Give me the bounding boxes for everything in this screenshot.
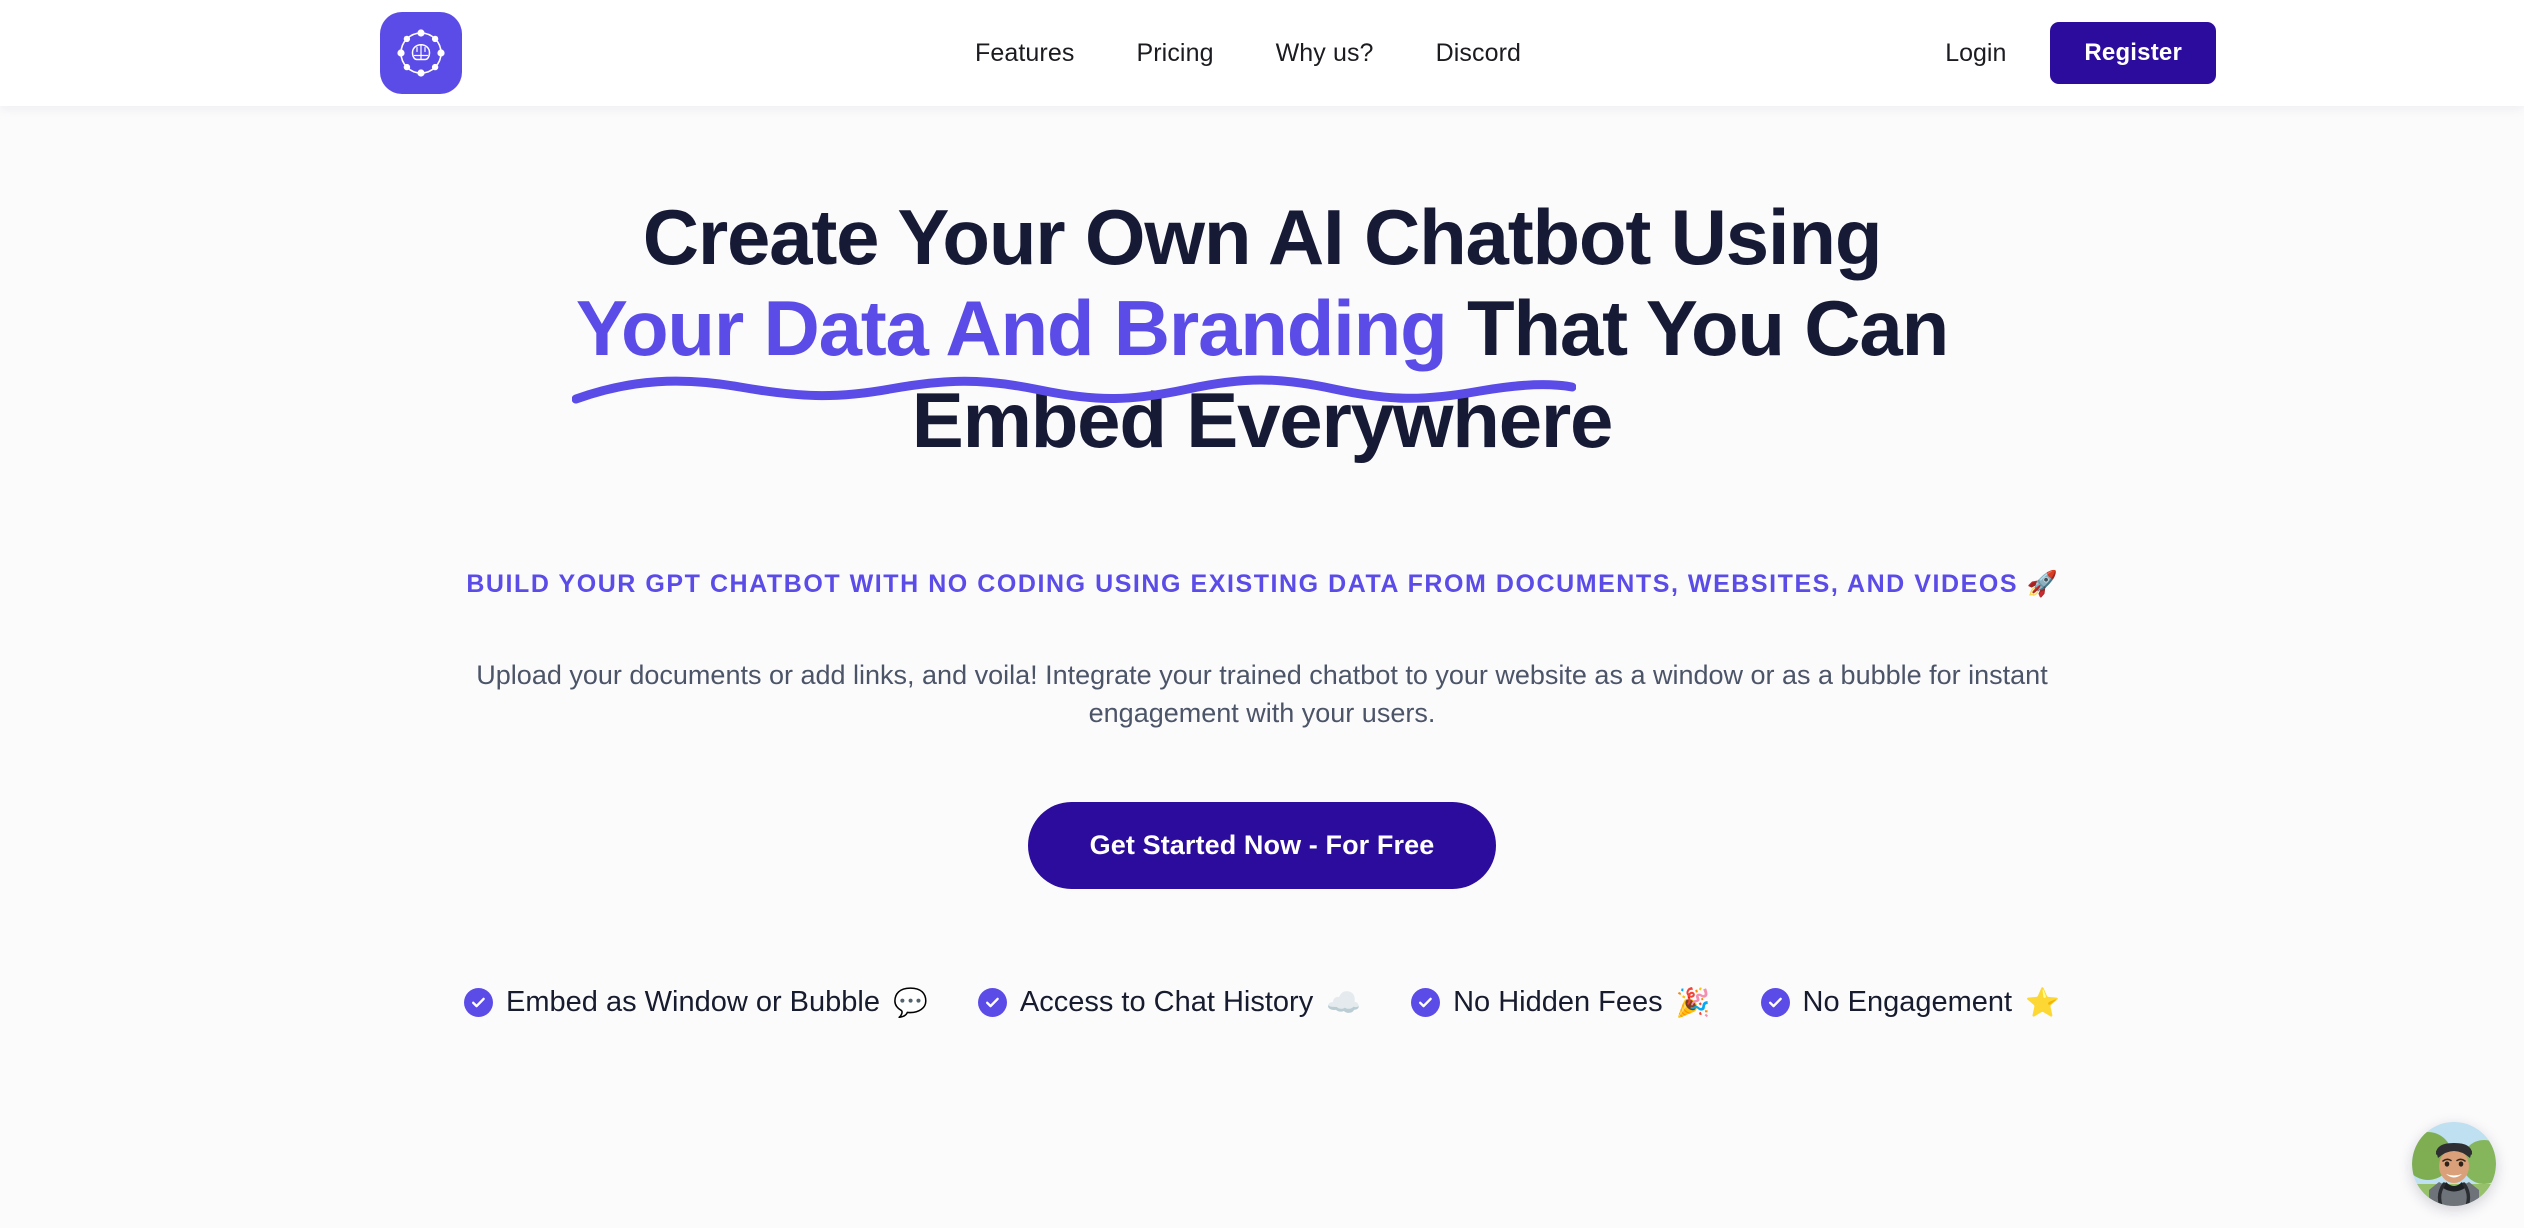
get-started-button[interactable]: Get Started Now - For Free bbox=[1027, 802, 1497, 890]
hero-eyebrow-text: Build your GPT chatbot with no coding us… bbox=[466, 569, 2019, 598]
nav-item-pricing[interactable]: Pricing bbox=[1136, 39, 1213, 68]
hero-section: Create Your Own AI Chatbot Using Your Da… bbox=[0, 106, 2524, 1228]
brain-network-icon bbox=[393, 25, 449, 81]
check-circle-icon bbox=[1411, 988, 1441, 1018]
register-button[interactable]: Register bbox=[2050, 22, 2216, 84]
headline-line-3: Embed Everywhere bbox=[911, 375, 1614, 464]
party-popper-icon: 🎉 bbox=[1675, 986, 1711, 1018]
feature-badge-label: No Engagement bbox=[1802, 986, 2013, 1019]
feature-badge-label: No Hidden Fees bbox=[1453, 986, 1663, 1019]
feature-badge-label: Embed as Window or Bubble bbox=[506, 986, 880, 1019]
nav-item-why-us[interactable]: Why us? bbox=[1276, 39, 1374, 68]
nav-item-discord[interactable]: Discord bbox=[1436, 39, 1521, 68]
site-header: Features Pricing Why us? Discord Login R… bbox=[0, 0, 2524, 106]
speech-balloon-icon: 💬 bbox=[893, 986, 928, 1018]
hero-description: Upload your documents or add links, and … bbox=[476, 659, 2048, 729]
headline-accent-text: Your Data And Branding bbox=[575, 284, 1448, 373]
feature-badge-no-fees: No Hidden Fees 🎉 bbox=[1411, 986, 1711, 1019]
star-icon: ⭐ bbox=[2025, 986, 2060, 1018]
main-nav: Features Pricing Why us? Discord bbox=[975, 0, 1521, 106]
hero-eyebrow: Build your GPT chatbot with no coding us… bbox=[0, 570, 2524, 599]
rocket-icon: 🚀 bbox=[2026, 569, 2058, 598]
feature-badge-embed: Embed as Window or Bubble 💬 bbox=[464, 986, 928, 1019]
cloud-icon: ☁️ bbox=[1326, 986, 1362, 1018]
check-circle-icon bbox=[977, 988, 1007, 1018]
login-link[interactable]: Login bbox=[1945, 39, 2006, 68]
auth-actions: Login Register bbox=[1945, 0, 2216, 106]
headline-accent: Your Data And Branding bbox=[571, 283, 1576, 403]
feature-badge-label: Access to Chat History bbox=[1019, 986, 1314, 1019]
check-circle-icon bbox=[464, 988, 494, 1018]
chat-widget-launcher[interactable] bbox=[2412, 1122, 2496, 1206]
cta-container: Get Started Now - For Free bbox=[0, 802, 2524, 890]
logo-button[interactable] bbox=[380, 12, 462, 94]
feature-badge-list: Embed as Window or Bubble 💬 Access to Ch… bbox=[0, 986, 2524, 1019]
agent-avatar-icon bbox=[2412, 1122, 2496, 1206]
nav-item-features[interactable]: Features bbox=[975, 39, 1074, 68]
headline-line-1: Create Your Own AI Chatbot Using bbox=[642, 193, 1883, 281]
feature-badge-no-engagement: No Engagement ⭐ bbox=[1760, 986, 2060, 1019]
headline-line-2-tail: That You Can bbox=[1446, 284, 1949, 373]
page-title: Create Your Own AI Chatbot Using Your Da… bbox=[0, 192, 2524, 466]
check-circle-icon bbox=[1760, 988, 1790, 1018]
feature-badge-chat-history: Access to Chat History ☁️ bbox=[977, 986, 1362, 1019]
